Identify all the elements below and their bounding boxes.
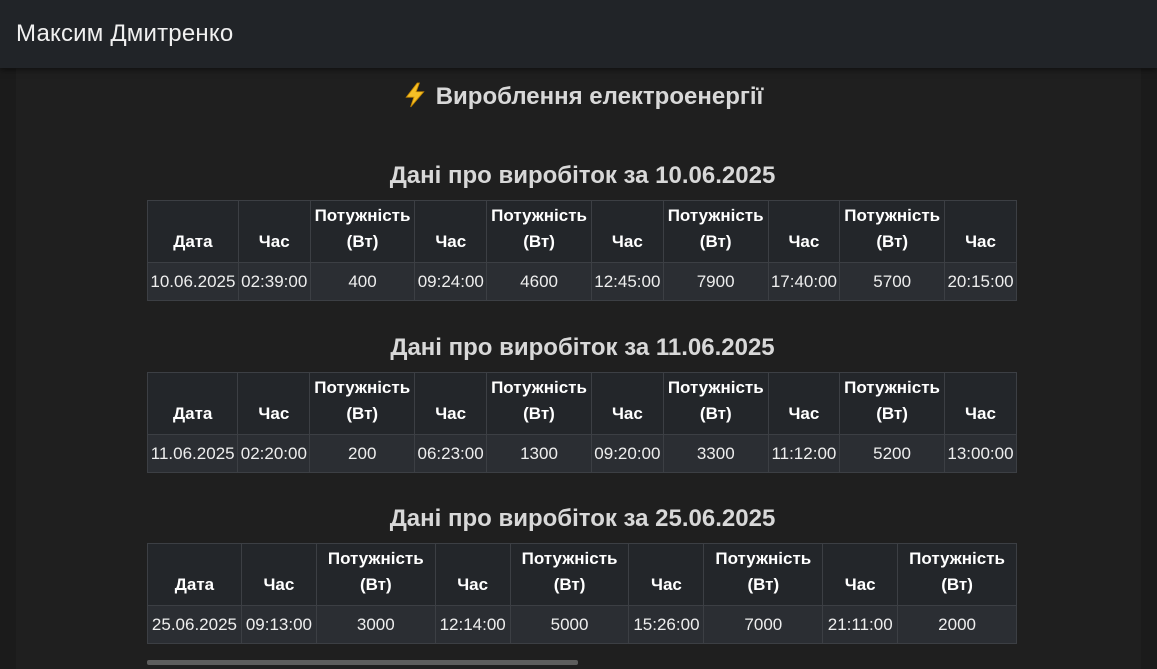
column-header-time: Час [414, 200, 488, 263]
cell-date: 10.06.2025 [147, 262, 239, 301]
column-header-date: Дата [147, 543, 242, 606]
cell-time: 15:26:00 [628, 605, 705, 644]
section-heading-1: Дані про виробіток за 10.06.2025 [389, 162, 776, 189]
page-title: Вироблення електроенергії [16, 82, 1149, 111]
table-header-row: Дата Час Потужність (Вт) Час Потужність … [147, 372, 1017, 435]
cell-time: 12:45:00 [590, 262, 664, 301]
cell-time: 09:24:00 [414, 262, 488, 301]
cell-power: 5200 [839, 434, 945, 473]
cell-power: 4600 [486, 262, 592, 301]
cell-power: 3000 [315, 605, 436, 644]
cell-time: 09:13:00 [240, 605, 317, 644]
column-header-time: Час [240, 543, 317, 606]
column-header-time: Час [414, 372, 488, 435]
horizontal-scrollbar[interactable] [147, 660, 578, 665]
cell-power: 400 [309, 262, 416, 301]
column-header-date: Дата [147, 200, 239, 263]
column-header-time: Час [590, 372, 664, 435]
cell-time: 02:20:00 [237, 434, 311, 473]
column-header-time: Час [628, 543, 705, 606]
cell-time: 20:15:00 [944, 262, 1017, 301]
cell-power: 200 [309, 434, 416, 473]
cell-time: 17:40:00 [767, 262, 841, 301]
production-table-2: Дата Час Потужність (Вт) Час Потужність … [147, 372, 1017, 473]
column-header-power: Потужність (Вт) [509, 543, 630, 606]
cell-power: 5000 [509, 605, 630, 644]
production-table-1: Дата Час Потужність (Вт) Час Потужність … [147, 200, 1017, 301]
cell-time: 13:00:00 [943, 434, 1017, 473]
column-header-time: Час [237, 372, 311, 435]
column-header-power: Потужність (Вт) [703, 543, 824, 606]
cell-time: 06:23:00 [414, 434, 488, 473]
cell-time: 11:12:00 [767, 434, 841, 473]
cell-time: 02:39:00 [237, 262, 311, 301]
section-heading-2: Дані про виробіток за 11.06.2025 [390, 334, 775, 361]
column-header-date: Дата [147, 372, 239, 435]
production-table-wrapper-3[interactable]: Дата Час Потужність (Вт) Час Потужність … [147, 543, 1017, 644]
column-header-time: Час [767, 200, 841, 263]
column-header-time: Час [434, 543, 511, 606]
table-row: 25.06.2025 09:13:00 3000 12:14:00 5000 1… [147, 605, 1017, 644]
column-header-power: Потужність (Вт) [662, 372, 769, 435]
cell-time: 21:11:00 [822, 605, 899, 644]
cell-power: 1300 [486, 434, 592, 473]
column-header-power: Потужність (Вт) [315, 543, 436, 606]
production-table-3: Дата Час Потужність (Вт) Час Потужність … [147, 543, 1017, 644]
table-row: 10.06.2025 02:39:00 400 09:24:00 4600 12… [147, 262, 1017, 301]
column-header-power: Потужність (Вт) [486, 200, 592, 263]
production-table-wrapper-2[interactable]: Дата Час Потужність (Вт) Час Потужність … [147, 372, 1017, 473]
cell-power: 5700 [839, 262, 946, 301]
cell-power: 7900 [662, 262, 769, 301]
column-header-time: Час [943, 372, 1017, 435]
column-header-time: Час [767, 372, 841, 435]
user-name[interactable]: Максим Дмитренко [16, 20, 233, 48]
column-header-power: Потужність (Вт) [839, 200, 946, 263]
main-content: Вироблення електроенергії Дані про вироб… [16, 68, 1141, 669]
cell-time: 09:20:00 [590, 434, 664, 473]
top-bar: Максим Дмитренко [0, 0, 1157, 68]
column-header-time: Час [237, 200, 311, 263]
column-header-time: Час [944, 200, 1017, 263]
table-header-row: Дата Час Потужність (Вт) Час Потужність … [147, 200, 1017, 263]
column-header-power: Потужність (Вт) [486, 372, 592, 435]
column-header-power: Потужність (Вт) [897, 543, 1017, 606]
section-heading-3: Дані про виробіток за 25.06.2025 [389, 505, 776, 532]
table-header-row: Дата Час Потужність (Вт) Час Потужність … [147, 543, 1017, 606]
page-title-text: Вироблення електроенергії [435, 83, 764, 110]
column-header-power: Потужність (Вт) [309, 200, 416, 263]
cell-power: 3300 [662, 434, 769, 473]
cell-power: 7000 [703, 605, 824, 644]
cell-date: 11.06.2025 [147, 434, 239, 473]
lightning-icon [405, 82, 425, 108]
cell-time: 12:14:00 [434, 605, 511, 644]
column-header-power: Потужність (Вт) [662, 200, 769, 263]
production-table-wrapper-1[interactable]: Дата Час Потужність (Вт) Час Потужність … [147, 200, 1017, 301]
column-header-power: Потужність (Вт) [309, 372, 416, 435]
cell-date: 25.06.2025 [147, 605, 242, 644]
cell-power: 2000 [897, 605, 1017, 644]
column-header-time: Час [590, 200, 664, 263]
column-header-power: Потужність (Вт) [839, 372, 945, 435]
table-row: 11.06.2025 02:20:00 200 06:23:00 1300 09… [147, 434, 1017, 473]
column-header-time: Час [822, 543, 899, 606]
